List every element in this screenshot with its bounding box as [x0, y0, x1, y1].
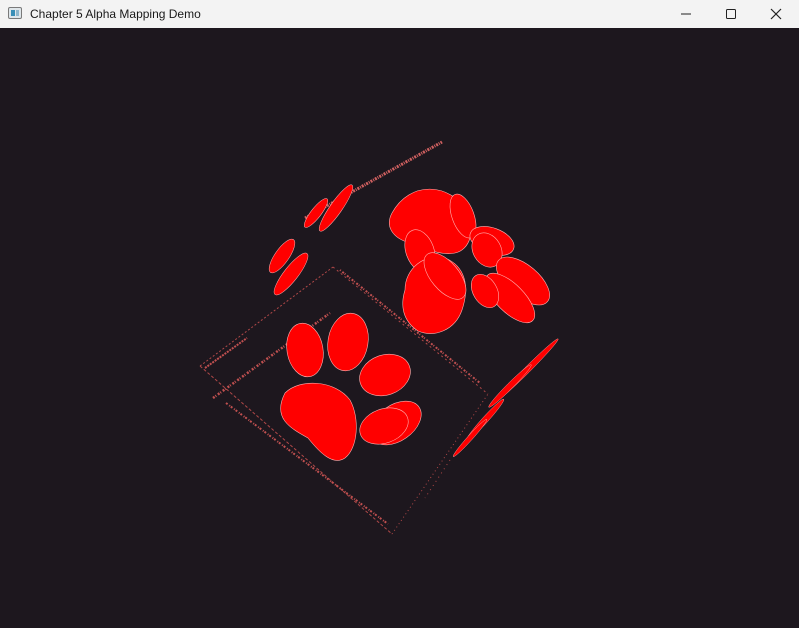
- paw-toe: [286, 322, 324, 378]
- paw-sliver: [452, 419, 488, 457]
- minimize-button[interactable]: [663, 0, 709, 28]
- paw-main-pad: [280, 382, 357, 461]
- render-viewport[interactable]: [0, 28, 799, 628]
- paw-print-back: [389, 188, 550, 334]
- paw-print-front: [280, 312, 422, 461]
- maximize-icon: [726, 9, 736, 19]
- window-title: Chapter 5 Alpha Mapping Demo: [30, 7, 201, 21]
- paw-sliver: [488, 364, 532, 408]
- title-bar[interactable]: Chapter 5 Alpha Mapping Demo: [0, 0, 799, 28]
- app-icon: [8, 7, 22, 19]
- app-window: Chapter 5 Alpha Mapping Demo: [0, 0, 799, 628]
- rendered-scene: [199, 140, 559, 535]
- texture-text-strip: [204, 337, 248, 369]
- minimize-icon: [681, 13, 691, 15]
- close-button[interactable]: [753, 0, 799, 28]
- paw-print-right-edge: [452, 338, 559, 457]
- maximize-button[interactable]: [708, 0, 754, 28]
- face-edge: [424, 459, 451, 499]
- paw-print-top-edge: [268, 184, 354, 296]
- close-icon: [770, 8, 782, 20]
